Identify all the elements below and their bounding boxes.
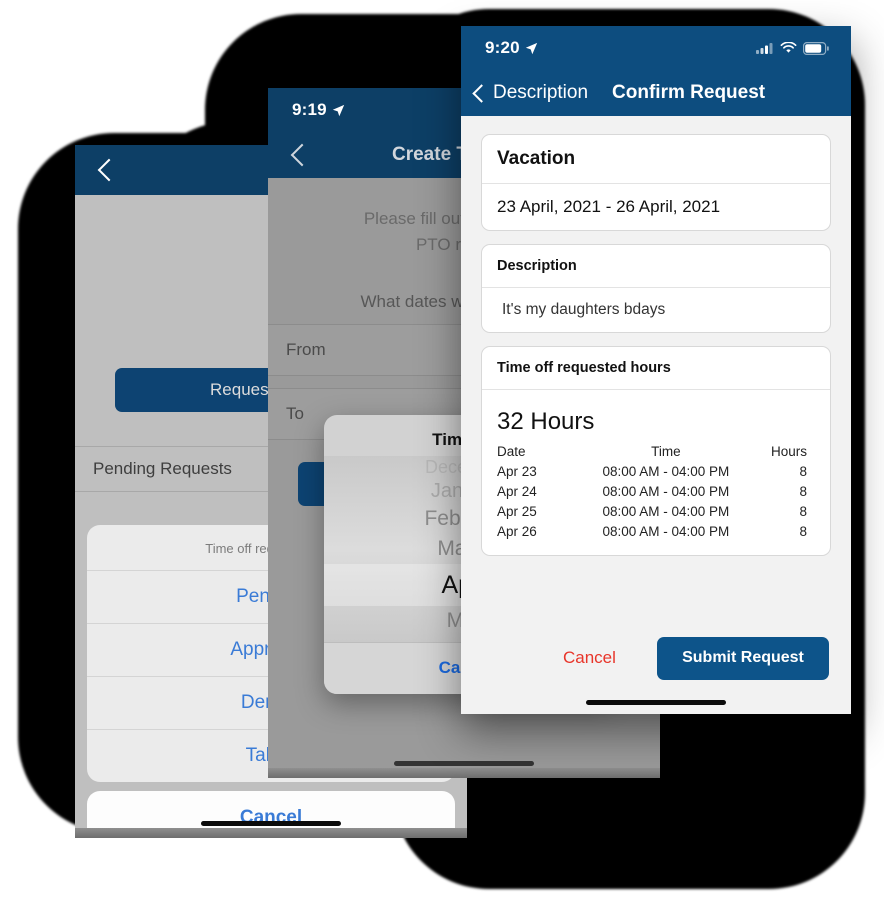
cell-date: Apr 25 xyxy=(497,503,537,519)
cell-time: 08:00 AM - 04:00 PM xyxy=(602,503,730,519)
phone-bottom-edge xyxy=(268,768,660,778)
cell-hours: 8 xyxy=(799,503,807,519)
phone-confirm-request-screen: 9:20 Description Confirm Request Vacatio… xyxy=(461,26,851,714)
cell-hours: 8 xyxy=(799,463,807,479)
status-time: 9:20 xyxy=(485,38,520,57)
table-row: Apr 25 08:00 AM - 04:00 PM 8 xyxy=(491,501,821,521)
cell-date: Apr 26 xyxy=(497,523,537,539)
home-indicator xyxy=(586,700,726,705)
request-date-range: 23 April, 2021 - 26 April, 2021 xyxy=(482,183,830,230)
table-row: Apr 26 08:00 AM - 04:00 PM 8 xyxy=(491,521,821,541)
cell-time: 08:00 AM - 04:00 PM xyxy=(602,483,730,499)
submit-request-button[interactable]: Submit Request xyxy=(657,636,829,680)
column-header-time: Time xyxy=(651,444,681,459)
column-header-hours: Hours xyxy=(770,444,807,459)
location-arrow-icon xyxy=(525,42,538,54)
back-button-label: Description xyxy=(493,82,589,103)
phone-bottom-edge xyxy=(75,828,467,838)
table-header-row: Date Time Hours xyxy=(491,442,821,461)
hours-card-header: Time off requested hours xyxy=(497,360,671,376)
request-summary-card: Vacation 23 April, 2021 - 26 April, 2021 xyxy=(481,134,831,231)
confirm-body: Vacation 23 April, 2021 - 26 April, 2021… xyxy=(461,116,851,714)
back-button-vacation[interactable] xyxy=(75,158,121,182)
cell-hours: 8 xyxy=(799,523,807,539)
status-bar: 9:20 xyxy=(461,26,851,70)
column-header-date: Date xyxy=(497,444,526,459)
confirm-actions: Cancel Submit Request xyxy=(461,636,851,680)
cell-time: 08:00 AM - 04:00 PM xyxy=(602,463,730,479)
request-type: Vacation xyxy=(497,148,576,169)
cell-date: Apr 23 xyxy=(497,463,537,479)
chevron-left-icon xyxy=(97,158,121,182)
chevron-left-icon xyxy=(472,83,491,103)
confirm-chrome: 9:20 Description Confirm Request xyxy=(461,26,851,116)
battery-icon xyxy=(803,41,829,55)
home-indicator xyxy=(394,761,534,766)
status-time: 9:19 xyxy=(292,100,327,119)
cell-time: 08:00 AM - 04:00 PM xyxy=(602,523,730,539)
chevron-left-icon xyxy=(290,143,314,167)
hours-card: Time off requested hours 32 Hours Date T… xyxy=(481,346,831,556)
description-text: It's my daughters bdays xyxy=(482,287,830,332)
confirm-navbar: Description Confirm Request xyxy=(461,70,851,116)
home-indicator xyxy=(201,821,341,826)
location-arrow-icon xyxy=(332,104,345,116)
confirm-request-content: 9:20 Description Confirm Request Vacatio… xyxy=(461,26,851,714)
back-button-create[interactable] xyxy=(268,143,314,167)
description-header: Description xyxy=(497,258,577,274)
cellular-bars-icon xyxy=(756,43,773,54)
page-title: Confirm Request xyxy=(612,82,766,103)
back-button-description[interactable]: Description xyxy=(461,82,588,104)
table-row: Apr 24 08:00 AM - 04:00 PM 8 xyxy=(491,481,821,501)
hours-table: Date Time Hours Apr 23 08:00 AM - 04:00 P… xyxy=(491,442,821,541)
cell-date: Apr 24 xyxy=(497,483,537,499)
table-row: Apr 23 08:00 AM - 04:00 PM 8 xyxy=(491,461,821,481)
wifi-icon xyxy=(780,42,797,53)
cancel-button[interactable]: Cancel xyxy=(563,648,616,668)
description-card: Description It's my daughters bdays xyxy=(481,244,831,333)
cell-hours: 8 xyxy=(799,483,807,499)
total-hours: 32 Hours xyxy=(497,408,595,435)
